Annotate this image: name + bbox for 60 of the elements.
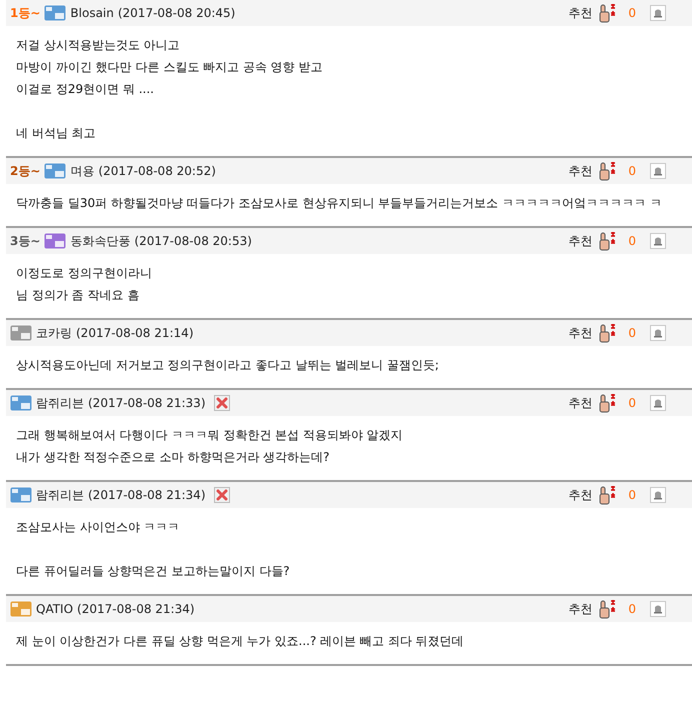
recommend-count: 0: [628, 602, 636, 616]
siren-icon: [653, 8, 663, 18]
comment-time: (2017-08-08 21:34): [77, 602, 195, 616]
comment-text: 조삼모사는 사이언스야 ㅋㅋㅋ: [16, 519, 181, 536]
recommend-label: 추천: [568, 486, 592, 504]
comment-time: (2017-08-08 21:14): [76, 326, 194, 340]
comment-text: 상시적용도아닌데 저거보고 정의구현이라고 좋다고 날뛰는 벌레보니 꿀잼인듯;: [16, 357, 440, 374]
siren-icon: [653, 490, 663, 500]
report-button[interactable]: [650, 395, 666, 411]
report-button[interactable]: [650, 5, 666, 21]
rank-label: 3등~: [10, 232, 40, 250]
siren-icon: [653, 236, 663, 246]
author-name[interactable]: 며용: [70, 162, 94, 180]
recommend-count: 0: [628, 164, 636, 178]
recommend-label: 추천: [568, 394, 592, 412]
comment-time: (2017-08-08 20:52): [98, 164, 216, 178]
recommend-count: 0: [628, 326, 636, 340]
comment-text: 다른 퓨어딜러들 상향먹은건 보고하는말이지 다들?: [16, 563, 291, 580]
siren-icon: [653, 604, 663, 614]
comment-time: (2017-08-08 20:45): [118, 6, 236, 20]
comment-text: 님 정의가 좀 작네요 흠: [16, 287, 140, 304]
author-name[interactable]: 람쥐리븐: [36, 486, 84, 504]
delete-button[interactable]: [214, 487, 230, 503]
author-name[interactable]: QATIO: [36, 602, 74, 616]
comment-text: 내가 생각한 적정수준으로 소마 하향먹은거라 생각하는데?: [16, 449, 330, 466]
author-name[interactable]: 코카링: [36, 324, 72, 342]
recommend-label: 추천: [568, 232, 592, 250]
comment-text: 그래 행복해보여서 다행이다 ㅋㅋㅋ뭐 정확한건 본섭 적용되봐야 알겠지: [16, 427, 404, 444]
recommend-label: 추천: [568, 162, 592, 180]
comment-text: 이정도로 정의구현이라니: [16, 265, 153, 282]
recommend-label: 추천: [568, 4, 592, 22]
comment-text: 이걸로 정29현이면 뭐 ....: [16, 81, 155, 98]
recommend-count: 0: [628, 396, 636, 410]
recommend-count: 0: [628, 234, 636, 248]
author-name[interactable]: Blosain: [70, 6, 114, 20]
report-button[interactable]: [650, 325, 666, 341]
recommend-count: 0: [628, 6, 636, 20]
comment-text: 제 눈이 이상한건가 다른 퓨딜 상향 먹은게 누가 있죠...? 레이븐 빼고 죄다 뒤졌던데: [16, 633, 465, 650]
recommend-count: 0: [628, 488, 636, 502]
report-button[interactable]: [650, 163, 666, 179]
recommend-label: 추천: [568, 600, 592, 618]
delete-button[interactable]: [214, 395, 230, 411]
comment-text: 저걸 상시적용받는것도 아니고: [16, 37, 181, 54]
comment-time: (2017-08-08 20:53): [134, 234, 252, 248]
siren-icon: [653, 328, 663, 338]
siren-icon: [653, 166, 663, 176]
comment-text: 닥까충들 딜30퍼 하향될것마냥 떠들다가 조삼모사로 현상유지되니 부들부들거리는거보소 ㅋㅋㅋㅋㅋ어엌ㅋㅋㅋㅋㅋ ㅋ: [16, 195, 663, 212]
comment-text: 네 버석님 최고: [16, 125, 97, 142]
comment-time: (2017-08-08 21:33): [88, 396, 206, 410]
recommend-label: 추천: [568, 324, 592, 342]
report-button[interactable]: [650, 601, 666, 617]
siren-icon: [653, 398, 663, 408]
rank-label: 1등~: [10, 4, 40, 22]
report-button[interactable]: [650, 487, 666, 503]
author-name[interactable]: 동화속단풍: [70, 232, 130, 250]
comment-time: (2017-08-08 21:34): [88, 488, 206, 502]
rank-label: 2등~: [10, 162, 40, 180]
author-name[interactable]: 람쥐리븐: [36, 394, 84, 412]
report-button[interactable]: [650, 233, 666, 249]
comment-text: 마방이 까이긴 했다만 다른 스킬도 빠지고 공속 영향 받고: [16, 59, 324, 76]
